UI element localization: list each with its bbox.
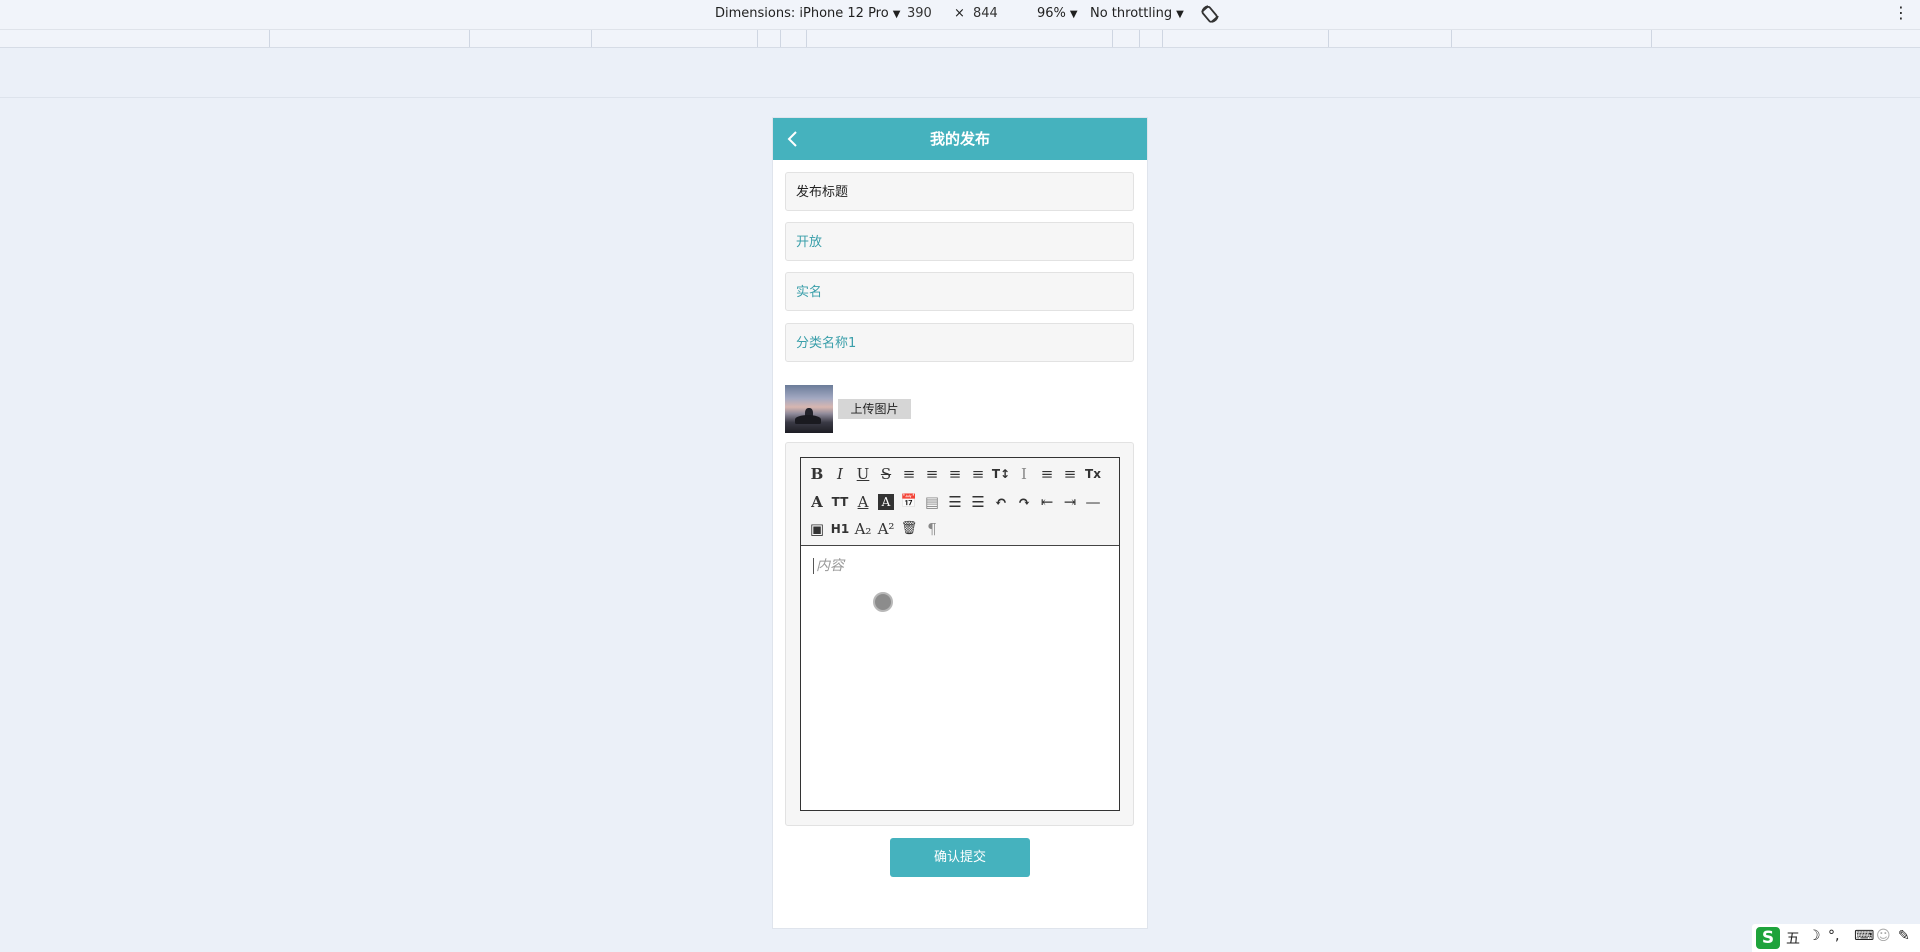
upload-image-button[interactable]: 上传图片 [838,399,911,419]
background-color-icon[interactable]: A [878,494,894,510]
visibility-select[interactable]: 开放 [785,222,1134,261]
ruler-tick [1328,30,1329,47]
thumbnail-detail [795,415,821,424]
ruler-tick [591,30,592,47]
page-title: 我的发布 [929,130,990,148]
underline-icon[interactable]: U [853,464,873,484]
editor-toolbar: B I U S ≡ ≡ ≡ ≡ T↕ I ≡ ≡ Tx A TT A A 📅 ▤ [801,458,1119,546]
times-sign: × [954,6,965,21]
redo-icon[interactable]: ↷ [1014,492,1034,512]
line-height-icon[interactable]: T↕ [991,464,1011,484]
strikethrough-icon[interactable]: S [876,464,896,484]
ime-toolbar: S 五 ☽ °, ⌨ ☺ ✎ [1752,924,1920,952]
viewport-divider [0,97,1920,98]
rotate-icon[interactable] [1199,3,1221,25]
superscript-icon[interactable]: A² [876,519,896,539]
title-input[interactable]: 发布标题 [785,172,1134,211]
throttling-select[interactable]: No throttling ▼ [1090,6,1184,21]
input-mode-icon[interactable]: 五 [1786,928,1800,948]
outdent-icon[interactable]: ⇤ [1037,492,1057,512]
italic-icon[interactable]: I [830,464,850,484]
font-size-icon[interactable]: TT [830,492,850,512]
heading-icon[interactable]: H1 [830,519,850,539]
horizontal-rule-icon[interactable]: — [1083,492,1103,512]
keyboard-icon[interactable]: ⌨ [1854,928,1874,944]
media-query-ruler [0,30,1920,48]
margin-top-icon[interactable]: ≡ [1037,464,1057,484]
submit-button[interactable]: 确认提交 [890,838,1030,877]
insert-image-icon[interactable]: ▣ [807,519,827,539]
letter-spacing-icon[interactable]: I [1014,464,1034,484]
rich-text-editor-container: B I U S ≡ ≡ ≡ ≡ T↕ I ≡ ≡ Tx A TT A A 📅 ▤ [785,442,1134,826]
ruler-tick [780,30,781,47]
editor-content-placeholder[interactable]: 内容 [813,558,844,574]
paragraph-icon[interactable]: ¶ [922,519,942,539]
zoom-label: 96% [1037,6,1066,21]
align-center-icon[interactable]: ≡ [922,464,942,484]
dimensions-label: Dimensions: iPhone 12 Pro [715,6,889,21]
zoom-select[interactable]: 96% ▼ [1037,6,1078,21]
category-select[interactable]: 分类名称1 [785,323,1134,362]
ruler-tick [1112,30,1113,47]
undo-icon[interactable]: ↶ [991,492,1011,512]
chevron-down-icon: ▼ [1069,9,1078,20]
rich-text-editor: B I U S ≡ ≡ ≡ ≡ T↕ I ≡ ≡ Tx A TT A A 📅 ▤ [800,457,1120,811]
ordered-list-icon[interactable]: ☰ [945,492,965,512]
ruler-tick [1651,30,1652,47]
chevron-down-icon: ▼ [892,9,901,20]
ruler-tick [1451,30,1452,47]
identity-select[interactable]: 实名 [785,272,1134,311]
indent-icon[interactable]: ⇥ [1060,492,1080,512]
time-icon[interactable]: ▤ [922,492,942,512]
device-select[interactable]: Dimensions: iPhone 12 Pro ▼ [715,6,900,21]
date-icon[interactable]: 📅 [899,492,919,512]
bold-icon[interactable]: B [807,464,827,484]
app-header: 我的发布 [773,118,1147,160]
align-right-icon[interactable]: ≡ [945,464,965,484]
more-options-icon[interactable]: ⋮ [1893,5,1909,21]
settings-icon[interactable]: ✎ [1898,928,1910,944]
ruler-tick [806,30,807,47]
punctuation-icon[interactable]: °, [1828,928,1839,944]
align-left-icon[interactable]: ≡ [899,464,919,484]
touch-cursor-indicator [873,592,893,612]
devtools-toolbar: Dimensions: iPhone 12 Pro ▼ 390 × 844 96%… [0,0,1920,30]
clear-format-icon[interactable]: Tx [1083,464,1103,484]
margin-bottom-icon[interactable]: ≡ [1060,464,1080,484]
moon-icon[interactable]: ☽ [1808,928,1821,944]
ruler-tick [269,30,270,47]
chevron-down-icon: ▼ [1176,9,1184,20]
ruler-tick [1139,30,1140,47]
unordered-list-icon[interactable]: ☰ [968,492,988,512]
device-viewport: 我的发布 发布标题 开放 实名 分类名称1 上传图片 B I U S ≡ ≡ ≡… [773,118,1147,928]
height-input[interactable]: 844 [973,6,998,21]
align-justify-icon[interactable]: ≡ [968,464,988,484]
font-color-icon[interactable]: A [853,492,873,512]
ruler-tick [757,30,758,47]
throttling-label: No throttling [1090,6,1173,21]
ruler-tick [469,30,470,47]
width-input[interactable]: 390 [907,6,932,21]
sogou-logo-icon[interactable]: S [1756,927,1780,949]
user-icon[interactable]: ☺ [1876,928,1891,944]
uploaded-image-thumbnail[interactable] [785,385,833,433]
font-family-icon[interactable]: A [807,492,827,512]
delete-icon[interactable]: 🗑 [899,519,919,539]
subscript-icon[interactable]: A₂ [853,519,873,539]
ruler-tick [1162,30,1163,47]
